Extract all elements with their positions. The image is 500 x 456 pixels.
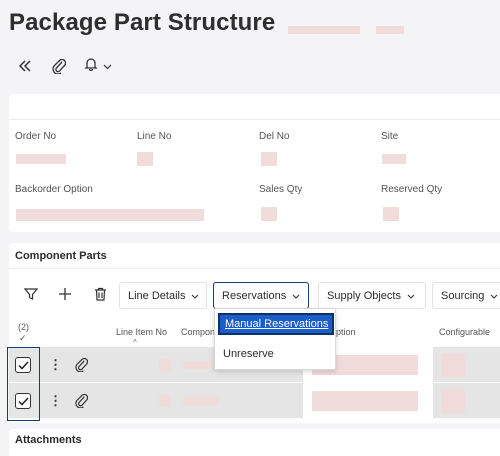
site-label: Site [381,131,399,142]
trash-icon[interactable] [91,285,109,303]
line-details-label: Line Details [128,289,186,302]
filter-icon[interactable] [22,285,40,303]
backorder-option-label: Backorder Option [15,184,93,195]
column-configurable[interactable]: Configurable [439,327,490,337]
divider [9,268,500,269]
chevron-down-icon [292,290,300,302]
title-placeholder [288,26,360,34]
select-all-checkbox[interactable]: ✓ [19,333,27,344]
more-options-icon[interactable]: ⋮ [49,394,62,407]
reservations-label: Reservations [222,289,287,302]
header-card-top [9,94,500,120]
add-icon[interactable] [56,285,74,303]
paperclip-icon[interactable] [75,393,89,413]
sourcing-label: Sourcing [441,289,485,302]
menu-item-manual-reservations[interactable]: Manual Reservations [218,313,334,335]
column-description[interactable]: ption [336,327,356,337]
column-component[interactable]: Compon [181,327,215,337]
header-card: Order No Line No Del No Site Backorder O… [9,94,500,232]
chevron-down-icon [407,290,415,302]
top-toolbar [16,56,112,76]
reservations-button[interactable]: Reservations [213,282,309,309]
reservations-dropdown-menu: Manual Reservations Unreserve [214,308,336,370]
del-no-value [261,152,277,166]
line-item-no-value [159,359,171,371]
line-no-label: Line No [137,131,172,142]
description-value [312,391,418,411]
order-no-label: Order No [15,131,57,142]
attachments-title: Attachments [15,434,82,446]
attachments-card: Attachments [9,429,500,456]
supply-objects-button[interactable]: Supply Objects [318,282,426,309]
selection-highlight-frame [7,347,40,421]
title-placeholder [376,26,404,34]
page-title: Package Part Structure [9,9,276,36]
bell-icon [84,56,98,76]
sales-qty-label: Sales Qty [259,184,303,195]
chevron-down-icon [191,290,199,302]
notification-menu[interactable] [84,56,112,76]
supply-objects-label: Supply Objects [327,289,401,302]
table-row[interactable]: ⋮ [9,383,500,419]
column-line-item-no[interactable]: Line Item No [116,327,167,337]
site-value [382,154,406,164]
paperclip-icon[interactable] [50,57,68,75]
chevron-down-icon [490,290,498,302]
reserved-qty-value [383,207,399,221]
component-value [183,397,219,405]
chevron-down-icon [103,57,112,75]
order-no-value [16,154,66,164]
line-no-value [137,152,153,166]
sourcing-button[interactable]: Sourcing [432,282,500,309]
backorder-option-value [16,209,204,221]
menu-item-unreserve[interactable]: Unreserve [215,341,335,367]
sort-ascending-icon[interactable]: ^ [133,338,137,347]
double-chevron-left-icon[interactable] [16,57,34,75]
selected-count: (2) [18,322,29,332]
configurable-value [441,353,465,377]
paperclip-icon[interactable] [75,357,89,377]
sales-qty-value [261,207,277,221]
component-parts-title: Component Parts [15,250,107,262]
line-item-no-value [159,395,171,407]
line-details-button[interactable]: Line Details [119,282,207,309]
del-no-label: Del No [259,131,290,142]
configurable-value [441,389,465,413]
reserved-qty-label: Reserved Qty [381,184,443,195]
more-options-icon[interactable]: ⋮ [49,358,62,371]
